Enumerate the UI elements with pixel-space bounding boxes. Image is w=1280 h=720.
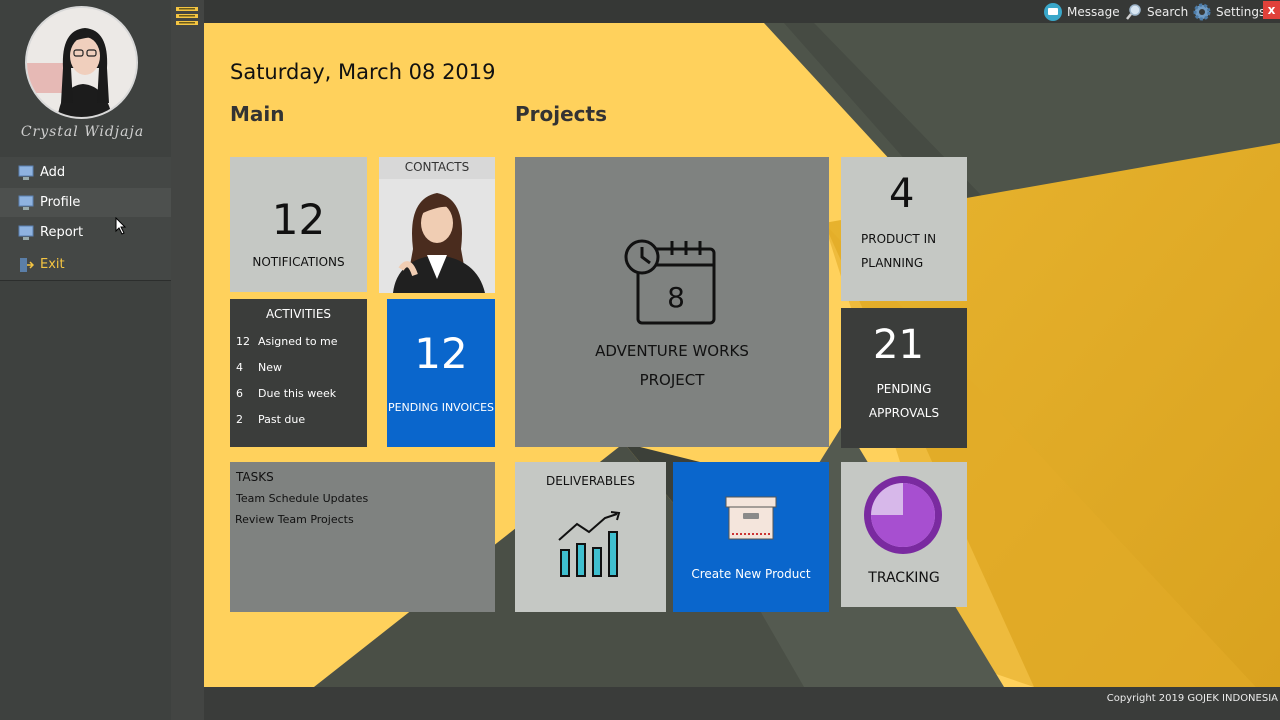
activities-title: ACTIVITIES <box>265 307 332 321</box>
search-icon <box>1126 4 1141 20</box>
notifications-count: 12 <box>271 195 326 244</box>
tile-product-in-planning[interactable]: 4 PRODUCT IN PLANNING <box>841 157 967 301</box>
activity-count: 2 <box>236 413 243 426</box>
invoices-count: 12 <box>414 329 468 378</box>
top-bar: Message Search Settings x <box>204 0 1280 23</box>
user-name: Crystal Widjaja <box>20 124 145 140</box>
planning-label-line1: PRODUCT IN <box>861 232 937 246</box>
message-label: Message <box>1067 5 1120 19</box>
hamburger-menu-icon[interactable] <box>176 6 198 28</box>
notifications-label: NOTIFICATIONS <box>252 255 345 269</box>
activity-count: 4 <box>236 361 243 374</box>
search-button[interactable]: Search <box>1125 2 1188 22</box>
sidebar-item-label: Profile <box>40 195 81 210</box>
calendar-clock-icon: 8 <box>624 239 716 325</box>
approvals-count: 21 <box>873 322 924 368</box>
settings-button[interactable]: Settings <box>1192 2 1265 22</box>
task-item[interactable]: Review Team Projects <box>235 513 354 526</box>
task-item[interactable]: Team Schedule Updates <box>236 492 368 505</box>
sidebar: Crystal Widjaja Add Profile Report Exit <box>0 0 171 720</box>
avatar-image <box>27 8 136 117</box>
deliverables-label: DELIVERABLES <box>545 474 635 488</box>
tasks-title: TASKS <box>236 470 274 484</box>
gear-icon <box>1193 3 1211 21</box>
tile-pending-approvals[interactable]: 21 PENDING APPROVALS <box>841 308 967 448</box>
sidebar-item-label: Report <box>40 225 84 240</box>
planning-count: 4 <box>889 171 915 217</box>
approvals-label-line1: PENDING <box>876 382 932 396</box>
computer-icon <box>18 195 34 210</box>
contacts-label: CONTACTS <box>404 160 470 174</box>
exit-door-icon <box>20 257 34 272</box>
sidebar-item-label: Exit <box>40 257 65 272</box>
activity-label: Asigned to me <box>258 335 338 348</box>
activity-count: 12 <box>236 335 250 348</box>
create-product-label: Create New Product <box>691 567 811 581</box>
sidebar-item-exit[interactable]: Exit <box>0 250 171 279</box>
activity-row: 4 New <box>236 361 282 374</box>
tile-notifications[interactable]: 12 NOTIFICATIONS <box>230 157 367 292</box>
activity-row: 12 Asigned to me <box>236 335 338 348</box>
section-title-main: Main <box>230 102 285 126</box>
sidebar-item-add[interactable]: Add <box>0 158 171 187</box>
tile-pending-invoices[interactable]: 12 PENDING INVOICES <box>387 299 495 447</box>
activity-label: Due this week <box>258 387 337 400</box>
activity-row: 2 Past due <box>236 413 305 426</box>
tile-tracking[interactable]: TRACKING <box>841 462 967 607</box>
sidebar-item-report[interactable]: Report <box>0 218 171 247</box>
close-icon: x <box>1267 3 1276 17</box>
project-title-line1: ADVENTURE WORKS <box>595 342 749 360</box>
tracking-label: TRACKING <box>868 570 940 586</box>
copyright-text: Copyright 2019 GOJEK INDONESIA <box>1106 693 1278 704</box>
invoices-label: PENDING INVOICES <box>387 401 495 414</box>
bar-chart-growth-icon <box>558 511 621 577</box>
tracking-progress-ring <box>864 476 942 554</box>
planning-label-line2: PLANNING <box>861 256 924 270</box>
message-icon <box>1044 3 1062 21</box>
section-title-projects: Projects <box>515 102 608 126</box>
tile-adventure-works-project[interactable]: 8 ADVENTURE WORKS PROJECT <box>515 157 829 447</box>
side-strip <box>171 0 204 720</box>
sidebar-item-profile[interactable]: Profile <box>0 188 171 217</box>
svg-text:8: 8 <box>667 281 685 314</box>
activity-count: 6 <box>236 387 243 400</box>
tile-contacts[interactable]: CONTACTS <box>379 157 495 293</box>
tile-activities[interactable]: ACTIVITIES 12 Asigned to me 4 New 6 Due thi… <box>230 299 367 447</box>
project-title-line2: PROJECT <box>639 371 705 389</box>
sidebar-menu: Add Profile Report Exit <box>0 157 171 281</box>
footer: Copyright 2019 GOJEK INDONESIA <box>204 687 1280 720</box>
tile-create-new-product[interactable]: Create New Product <box>673 462 829 612</box>
search-label: Search <box>1147 5 1189 19</box>
tile-tasks[interactable]: TASKS Team Schedule Updates Review Team … <box>230 462 495 612</box>
sidebar-item-label: Add <box>40 165 66 180</box>
settings-label: Settings <box>1216 5 1266 19</box>
activity-label: New <box>258 361 282 374</box>
activity-row: 6 Due this week <box>236 387 336 400</box>
mouse-cursor-icon <box>115 217 127 235</box>
page-date: Saturday, March 08 2019 <box>230 60 496 84</box>
avatar[interactable] <box>25 6 138 119</box>
tile-deliverables[interactable]: DELIVERABLES <box>515 462 666 612</box>
approvals-label-line2: APPROVALS <box>868 406 940 420</box>
activity-label: Past due <box>258 413 306 426</box>
computer-icon <box>18 165 34 180</box>
computer-icon <box>18 225 34 240</box>
archive-box-icon <box>725 496 777 540</box>
contact-photo <box>379 179 495 293</box>
close-button[interactable]: x <box>1263 1 1280 19</box>
message-button[interactable]: Message <box>1043 2 1120 22</box>
